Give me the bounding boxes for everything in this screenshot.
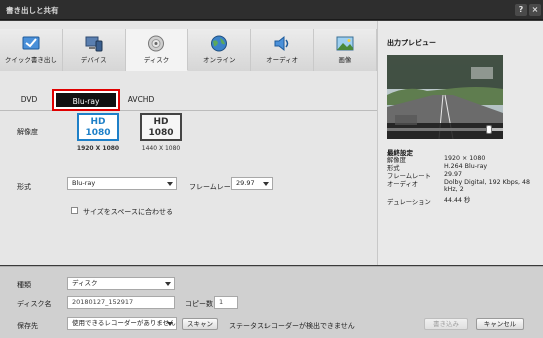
scan-button[interactable]: スキャン [182, 318, 218, 330]
subtab-bluray[interactable]: Blu-ray [52, 89, 120, 111]
format-label: 形式 [17, 183, 31, 191]
fit-to-space-checkbox[interactable] [71, 207, 78, 214]
type-select[interactable]: ディスク [67, 277, 175, 290]
image-icon [336, 36, 354, 51]
tab-disc[interactable]: ディスク [125, 29, 189, 71]
tab-label: ディスク [143, 56, 170, 64]
info-value: 29.97 [444, 171, 463, 178]
resolution-option-1920[interactable]: HD 1080 [77, 113, 119, 141]
tab-device[interactable]: デバイス [62, 29, 126, 71]
subtab-dvd[interactable]: DVD [16, 89, 42, 111]
device-icon [85, 36, 103, 52]
resolution-caption-1920: 1920 X 1080 [76, 145, 120, 152]
preview-title: 出力プレビュー [387, 39, 436, 47]
status-label: ステータス: [229, 322, 267, 330]
subtab-avchd[interactable]: AVCHD [127, 89, 155, 111]
hd-text: HD [153, 117, 169, 127]
disc-name-label: ディスク名 [17, 300, 52, 308]
main-panel: クイック書き出し デバイス ディスク オンライン オーディオ 画像 DVD Bl… [0, 21, 377, 265]
status-value: レコーダーが検出できません [264, 322, 355, 330]
framerate-value: 29.97 [236, 179, 255, 187]
info-key: オーディオ [387, 181, 419, 188]
info-key: デュレーション [387, 199, 431, 206]
format-select[interactable]: Blu-ray [67, 177, 177, 190]
quick-export-icon [22, 36, 40, 50]
format-subtabs: DVD Blu-ray AVCHD [0, 87, 377, 111]
tab-online[interactable]: オンライン [188, 29, 252, 71]
resolution-option-1440[interactable]: HD 1080 [140, 113, 182, 141]
chevron-down-icon [263, 182, 269, 186]
bottom-bar: 種類 ディスク ディスク名 20180127_152917 コピー数 1 保存先… [0, 266, 543, 338]
tab-label: 画像 [338, 56, 352, 64]
save-to-label: 保存先 [17, 322, 38, 330]
preview-panel: 出力プレビュー 最終設定 解像度 1920 × 1080 形式 H.264 Bl… [377, 21, 543, 265]
hd-1080-text: 1080 [148, 128, 174, 138]
scrubber-fill [387, 128, 490, 131]
info-value: 44.44 秒 [444, 197, 471, 204]
hd-1080-text: 1080 [85, 128, 111, 138]
chevron-down-icon [167, 322, 173, 326]
type-value: ディスク [72, 279, 98, 287]
copies-label: コピー数 [185, 300, 213, 308]
chevron-down-icon [165, 282, 171, 286]
info-value: H.264 Blu-ray [444, 163, 488, 170]
title-bar: 書き出しと共有 ? × [0, 0, 543, 20]
scrubber-handle[interactable] [486, 125, 493, 134]
disc-name-input[interactable]: 20180127_152917 [67, 296, 175, 309]
resolution-caption-1440: 1440 X 1080 [141, 145, 181, 152]
resolution-label: 解像度 [17, 128, 38, 136]
disc-icon [148, 35, 165, 52]
type-label: 種類 [17, 281, 31, 289]
copies-input[interactable]: 1 [214, 296, 238, 309]
tab-label: デバイス [80, 56, 107, 64]
close-button[interactable]: × [529, 4, 541, 16]
info-value: 1920 × 1080 [444, 155, 486, 162]
tab-audio[interactable]: オーディオ [251, 29, 314, 71]
framerate-select[interactable]: 29.97 [231, 177, 273, 190]
cancel-button[interactable]: キャンセル [476, 318, 524, 330]
format-value: Blu-ray [72, 179, 96, 187]
tab-label: オンライン [203, 56, 236, 64]
preview-scrubber[interactable] [387, 125, 503, 134]
window-title: 書き出しと共有 [6, 6, 59, 15]
tab-image[interactable]: 画像 [313, 29, 377, 71]
recorder-select[interactable]: 使用できるレコーダーがありません [67, 317, 177, 330]
fit-to-space-label: サイズをスペースに合わせる [83, 208, 173, 216]
tab-label: オーディオ [266, 56, 299, 64]
speaker-icon [274, 35, 289, 52]
recorder-value: 使用できるレコーダーがありません [72, 319, 176, 327]
globe-icon [211, 35, 228, 52]
tab-quick-export[interactable]: クイック書き出し [0, 29, 63, 71]
tab-label: クイック書き出し [4, 56, 57, 64]
hd-text: HD [90, 117, 106, 127]
burn-button[interactable]: 書き込み [424, 318, 468, 330]
category-tabs: クイック書き出し デバイス ディスク オンライン オーディオ 画像 [0, 29, 377, 71]
info-value: Dolby Digital, 192 Kbps, 48 kHz, 2 [444, 179, 531, 193]
chevron-down-icon [167, 182, 173, 186]
help-button[interactable]: ? [515, 4, 527, 16]
